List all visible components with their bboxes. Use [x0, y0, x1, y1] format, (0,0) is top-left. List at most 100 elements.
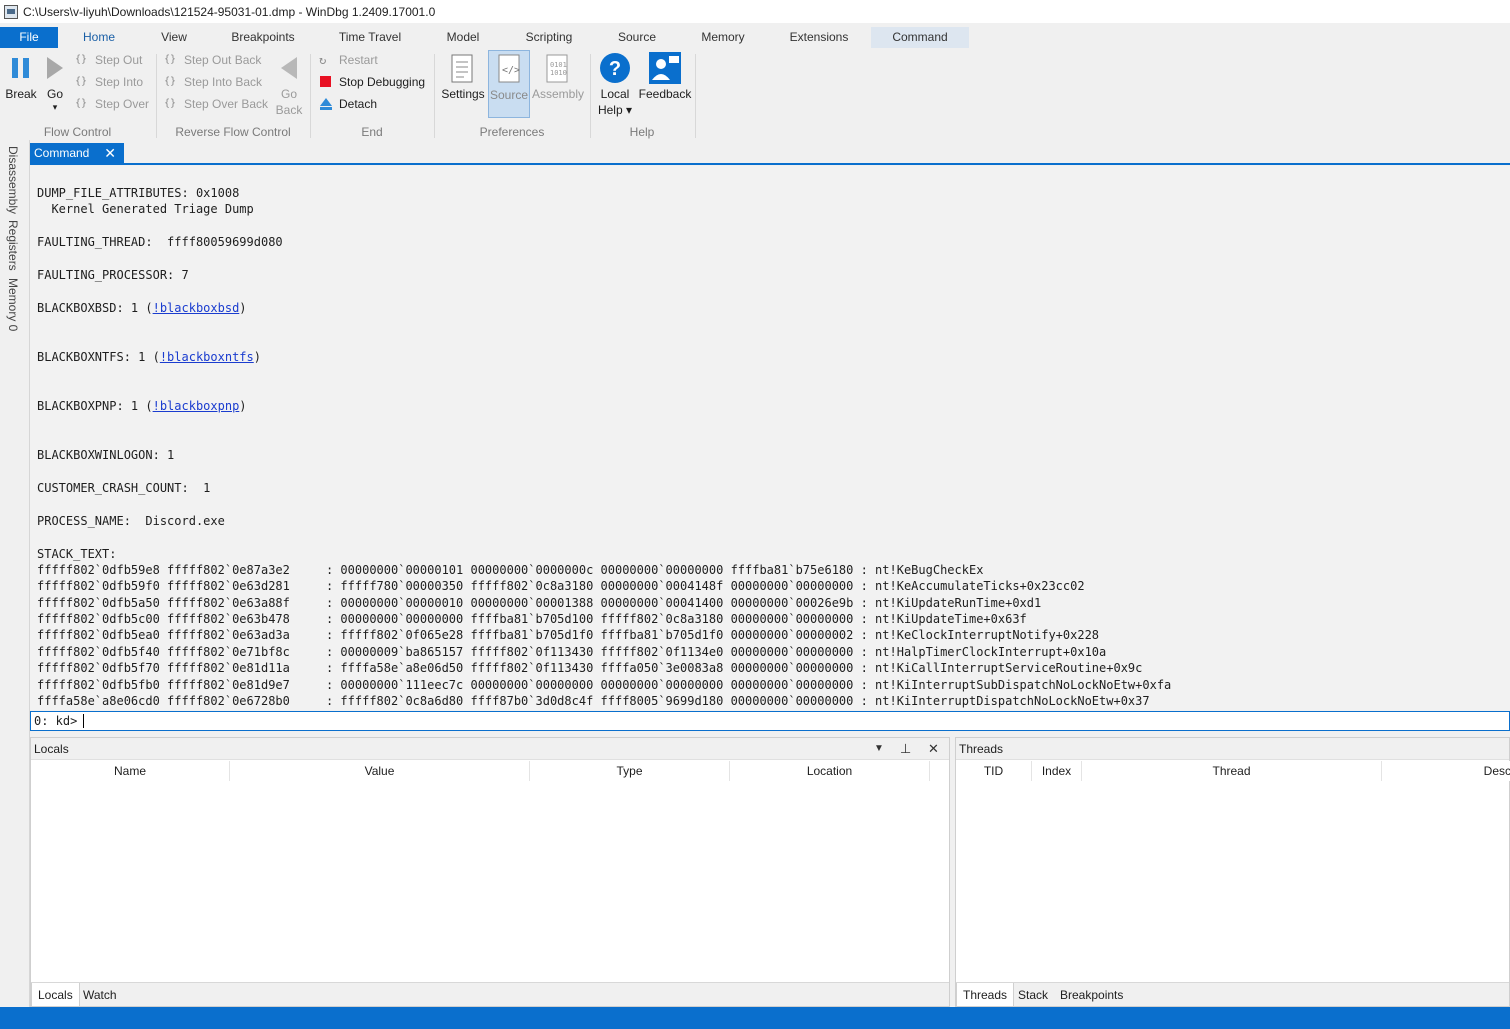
- output-line: STACK_TEXT:: [37, 547, 117, 561]
- step-out-icon: {}: [75, 54, 88, 65]
- pin-icon[interactable]: ⊥: [900, 738, 911, 760]
- settings-icon: [451, 54, 473, 83]
- tab-stack[interactable]: Stack: [1012, 983, 1054, 1007]
- column-header-tid[interactable]: TID: [956, 761, 1032, 781]
- side-tab-memory0[interactable]: Memory 0: [6, 278, 20, 331]
- tab-scripting[interactable]: Scripting: [518, 27, 580, 48]
- tab-breakpoints[interactable]: Breakpoints: [1054, 983, 1129, 1007]
- group-flow-control: Flow Control: [43, 125, 112, 139]
- tab-view[interactable]: View: [150, 27, 198, 48]
- column-header-type[interactable]: Type: [530, 761, 730, 781]
- close-icon[interactable]: ✕: [104, 143, 116, 164]
- step-out-button[interactable]: {} Step Out: [75, 50, 142, 70]
- stack-frame-line: fffff802`0dfb5c00 fffff802`0e63b478 : 00…: [37, 612, 1027, 626]
- blackboxbsd-link[interactable]: !blackboxbsd: [153, 301, 240, 315]
- text-caret: [83, 714, 84, 728]
- step-into-button[interactable]: {} Step Into: [75, 72, 143, 92]
- tab-home[interactable]: Home: [70, 27, 128, 48]
- column-header-name[interactable]: Name: [31, 761, 230, 781]
- blackboxpnp-link[interactable]: !blackboxpnp: [153, 399, 240, 413]
- window-title: C:\Users\v-liyuh\Downloads\121524-95031-…: [23, 4, 436, 19]
- tab-locals[interactable]: Locals: [31, 983, 80, 1007]
- ribbon-separator: [156, 54, 157, 138]
- tab-file[interactable]: File: [0, 27, 58, 48]
- tab-breakpoints[interactable]: Breakpoints: [224, 27, 302, 48]
- step-over-icon: {}: [164, 98, 177, 109]
- column-header-location[interactable]: Location: [730, 761, 930, 781]
- output-line: PROCESS_NAME: Discord.exe: [37, 514, 225, 528]
- step-over-back-button[interactable]: {} Step Over Back: [164, 94, 268, 114]
- output-text: BLACKBOXNTFS: 1 (: [37, 350, 160, 364]
- step-into-icon: {}: [75, 76, 88, 87]
- feedback-label: Feedback: [638, 87, 692, 101]
- group-reverse-flow-control: Reverse Flow Control: [175, 125, 291, 139]
- stack-frame-line: fffff802`0dfb59e8 fffff802`0e87a3e2 : 00…: [37, 563, 984, 577]
- output-text: BLACKBOXBSD: 1 (: [37, 301, 153, 315]
- side-tab-registers[interactable]: Registers: [6, 220, 20, 271]
- tab-source[interactable]: Source: [610, 27, 664, 48]
- tab-threads[interactable]: Threads: [956, 983, 1015, 1007]
- output-line: BLACKBOXBSD: 1 (!blackboxbsd): [37, 300, 247, 316]
- detach-button[interactable]: Detach: [319, 94, 377, 114]
- step-out-back-button[interactable]: {} Step Out Back: [164, 50, 261, 70]
- feedback-button[interactable]: Feedback: [638, 50, 692, 120]
- tab-model[interactable]: Model: [438, 27, 488, 48]
- step-into-icon: {}: [164, 76, 177, 87]
- windbg-app-icon: [4, 4, 18, 19]
- stack-frame-line: ffffa58e`a8e06cd0 fffff802`0e6728b0 : ff…: [37, 694, 1150, 708]
- output-text: ): [239, 301, 247, 315]
- column-header-value[interactable]: Value: [230, 761, 530, 781]
- stop-icon: [319, 75, 335, 89]
- side-tool-strip: Disassembly Registers Memory 0: [0, 140, 30, 1007]
- settings-button[interactable]: Settings: [440, 50, 486, 120]
- column-header-thread[interactable]: Thread: [1082, 761, 1382, 781]
- stop-debugging-button[interactable]: Stop Debugging: [319, 72, 425, 92]
- step-into-back-label: Step Into Back: [184, 75, 263, 89]
- help-icon: ?: [600, 53, 630, 83]
- stack-frame-line: fffff802`0dfb5f40 fffff802`0e71bf8c : 00…: [37, 645, 1107, 659]
- command-tab-label: Command: [34, 146, 90, 160]
- step-over-button[interactable]: {} Step Over: [75, 94, 149, 114]
- threads-pane: Threads TID Index Thread Desc Threads St…: [955, 737, 1510, 1007]
- break-button[interactable]: Break: [4, 50, 38, 120]
- local-help-button[interactable]: ? Local Help ▾: [596, 50, 634, 120]
- output-line: BLACKBOXPNP: 1 (!blackboxpnp): [37, 398, 247, 414]
- go-button[interactable]: Go ▾: [40, 50, 70, 120]
- svg-text:0101: 0101: [550, 61, 567, 69]
- tab-watch[interactable]: Watch: [77, 983, 123, 1007]
- stack-frame-line: fffff802`0dfb59f0 fffff802`0e63d281 : ff…: [37, 579, 1085, 593]
- blackboxntfs-link[interactable]: !blackboxntfs: [160, 350, 254, 364]
- source-mode-button[interactable]: </> Source: [488, 50, 530, 118]
- threads-pane-header: Threads: [956, 738, 1509, 760]
- back-arrow-icon: [281, 57, 297, 79]
- command-output[interactable]: DUMP_FILE_ATTRIBUTES: 0x1008 Kernel Gene…: [30, 166, 1510, 710]
- stack-frame-line: fffff802`0dfb5ea0 fffff802`0e63ad3a : ff…: [37, 628, 1100, 642]
- side-tab-disassembly[interactable]: Disassembly: [6, 146, 20, 214]
- tab-time-travel[interactable]: Time Travel: [332, 27, 408, 48]
- step-into-back-button[interactable]: {} Step Into Back: [164, 72, 262, 92]
- tab-memory[interactable]: Memory: [694, 27, 752, 48]
- go-back-button[interactable]: Go Back: [272, 50, 306, 120]
- command-input[interactable]: [83, 713, 1503, 729]
- group-preferences: Preferences: [479, 125, 545, 139]
- go-back-label-2: Back: [275, 103, 303, 117]
- dropdown-icon: ▾: [52, 102, 58, 112]
- ribbon-separator: [310, 54, 311, 138]
- assembly-mode-button[interactable]: 0101 1010 Assembly: [532, 50, 584, 120]
- column-header-desc[interactable]: Desc: [1382, 761, 1510, 781]
- settings-label: Settings: [441, 87, 485, 101]
- dropdown-icon[interactable]: ▼: [874, 738, 884, 760]
- tab-extensions[interactable]: Extensions: [782, 27, 856, 48]
- restart-button[interactable]: ↻ Restart: [319, 50, 378, 70]
- local-help-label-1: Local: [600, 87, 630, 101]
- tab-command[interactable]: Command: [871, 27, 969, 48]
- prompt-label: 0: kd>: [34, 714, 78, 728]
- break-label: Break: [5, 87, 37, 101]
- column-header-index[interactable]: Index: [1032, 761, 1082, 781]
- ribbon-tabs: File Home View Breakpoints Time Travel M…: [0, 27, 1510, 48]
- output-line: BLACKBOXWINLOGON: 1: [37, 448, 175, 462]
- step-over-back-label: Step Over Back: [184, 97, 269, 111]
- close-icon[interactable]: ✕: [928, 738, 939, 760]
- stack-frame-line: fffff802`0dfb5fb0 fffff802`0e81d9e7 : 00…: [37, 678, 1172, 692]
- tab-command-window[interactable]: Command ✕: [30, 143, 124, 165]
